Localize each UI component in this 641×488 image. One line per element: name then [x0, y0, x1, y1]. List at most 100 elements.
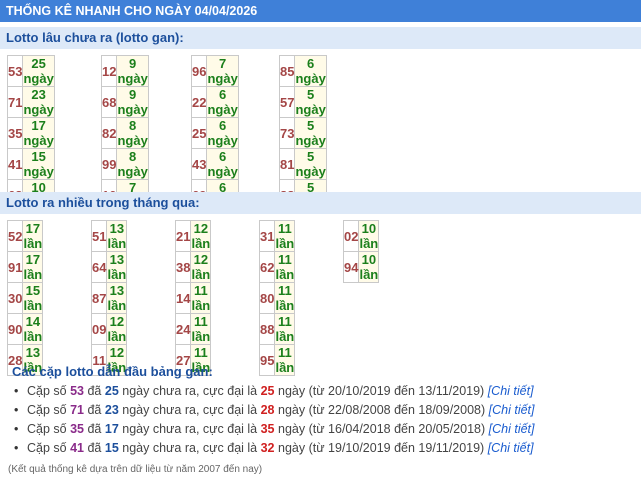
freq-count: 10 lần — [358, 251, 380, 283]
gan-count: 8 ngày — [116, 148, 149, 180]
lotto-number: 82 — [100, 117, 118, 149]
lotto-number: 52 — [6, 220, 24, 252]
freq-count: 13 lần — [106, 282, 128, 314]
stats-page: THỐNG KÊ NHANH CHO NGÀY 04/04/2026 Lotto… — [0, 0, 641, 488]
lotto-number: 35 — [6, 117, 24, 149]
table-row: 64 13 lần — [90, 251, 128, 283]
lotto-number: 87 — [90, 282, 108, 314]
lotto-number: 88 — [258, 313, 276, 345]
section-title-gan: Lotto lâu chưa ra (lotto gan): — [0, 27, 641, 49]
lotto-number: 57 — [278, 86, 296, 118]
detail-link[interactable]: [Chi tiết] — [488, 384, 534, 398]
freq-table: 21 12 lần 38 12 lần 14 11 lần 24 11 lần 27 11 lần — [174, 220, 212, 376]
lotto-number: 43 — [190, 148, 208, 180]
table-row: 53 25 ngày — [6, 55, 55, 87]
summary-list: Cặp số 53 đã 25 ngày chưa ra, cực đại là… — [12, 382, 632, 458]
lotto-number: 64 — [90, 251, 108, 283]
table-row: 51 13 lần — [90, 220, 128, 252]
table-row: 96 7 ngày — [190, 55, 239, 87]
table-row: 62 11 lần — [258, 251, 296, 283]
table-row: 80 11 lần — [258, 282, 296, 314]
table-row: 88 11 lần — [258, 313, 296, 345]
table-row: 99 8 ngày — [100, 148, 149, 180]
gan-count: 15 ngày — [22, 148, 55, 180]
table-row: 91 17 lần — [6, 251, 44, 283]
footnote: (Kết quả thống kê dựa trên dữ liệu từ nă… — [8, 464, 263, 475]
table-row: 82 8 ngày — [100, 117, 149, 149]
lotto-number: 09 — [90, 313, 108, 345]
table-row: 68 9 ngày — [100, 86, 149, 118]
table-row: 22 6 ngày — [190, 86, 239, 118]
lotto-number: 41 — [6, 148, 24, 180]
summary-item: Cặp số 41 đã 15 ngày chưa ra, cực đại là… — [12, 439, 632, 458]
page-title: THỐNG KÊ NHANH CHO NGÀY 04/04/2026 — [0, 0, 641, 22]
table-row: 31 11 lần — [258, 220, 296, 252]
table-row: 52 17 lần — [6, 220, 44, 252]
freq-count: 11 lần — [190, 282, 212, 314]
table-row: 02 10 lần — [342, 220, 380, 252]
gan-count: 23 ngày — [22, 86, 55, 118]
lotto-number: 21 — [174, 220, 192, 252]
freq-count: 11 lần — [274, 251, 296, 283]
lotto-number: 94 — [342, 251, 360, 283]
gan-count: 5 ngày — [294, 117, 327, 149]
gan-count: 6 ngày — [294, 55, 327, 87]
lotto-number: 02 — [342, 220, 360, 252]
gan-count: 25 ngày — [22, 55, 55, 87]
lotto-number: 90 — [6, 313, 24, 345]
table-row: 94 10 lần — [342, 251, 380, 283]
freq-count: 17 lần — [22, 220, 44, 252]
gan-count: 6 ngày — [206, 117, 239, 149]
lotto-number: 51 — [90, 220, 108, 252]
lotto-number: 81 — [278, 148, 296, 180]
gan-count: 9 ngày — [116, 55, 149, 87]
freq-count: 10 lần — [358, 220, 380, 252]
lotto-number: 80 — [258, 282, 276, 314]
freq-count: 11 lần — [274, 313, 296, 345]
lotto-number: 25 — [190, 117, 208, 149]
lotto-number: 96 — [190, 55, 208, 87]
freq-table: 02 10 lần 94 10 lần — [342, 220, 380, 283]
gan-count: 7 ngày — [206, 55, 239, 87]
summary-item: Cặp số 71 đã 23 ngày chưa ra, cực đại là… — [12, 401, 632, 420]
freq-count: 13 lần — [106, 251, 128, 283]
gan-count: 9 ngày — [116, 86, 149, 118]
table-row: 21 12 lần — [174, 220, 212, 252]
table-row: 30 15 lần — [6, 282, 44, 314]
lotto-number: 68 — [100, 86, 118, 118]
gan-count: 17 ngày — [22, 117, 55, 149]
gan-count: 5 ngày — [294, 86, 327, 118]
summary-item: Cặp số 53 đã 25 ngày chưa ra, cực đại là… — [12, 382, 632, 401]
freq-count: 17 lần — [22, 251, 44, 283]
gan-count: 6 ngày — [206, 148, 239, 180]
detail-link[interactable]: [Chi tiết] — [489, 422, 535, 436]
lotto-number: 71 — [6, 86, 24, 118]
table-row: 90 14 lần — [6, 313, 44, 345]
table-row: 73 5 ngày — [278, 117, 327, 149]
table-row: 57 5 ngày — [278, 86, 327, 118]
detail-link[interactable]: [Chi tiết] — [489, 403, 535, 417]
table-row: 14 11 lần — [174, 282, 212, 314]
lotto-number: 14 — [174, 282, 192, 314]
table-row: 87 13 lần — [90, 282, 128, 314]
lotto-number: 91 — [6, 251, 24, 283]
table-row: 71 23 ngày — [6, 86, 55, 118]
table-row: 81 5 ngày — [278, 148, 327, 180]
freq-count: 11 lần — [274, 282, 296, 314]
freq-count: 12 lần — [190, 251, 212, 283]
lotto-number: 53 — [6, 55, 24, 87]
lotto-number: 12 — [100, 55, 118, 87]
lotto-number: 30 — [6, 282, 24, 314]
freq-table: 31 11 lần 62 11 lần 80 11 lần 88 11 lần 95 11 lần — [258, 220, 296, 376]
summary-item: Cặp số 35 đã 17 ngày chưa ra, cực đại là… — [12, 420, 632, 439]
freq-table: 52 17 lần 91 17 lần 30 15 lần 90 14 lần 28 13 lần — [6, 220, 44, 376]
table-row: 85 6 ngày — [278, 55, 327, 87]
table-row: 41 15 ngày — [6, 148, 55, 180]
table-row: 12 9 ngày — [100, 55, 149, 87]
gan-table: 856 ngày575 ngày735 ngày815 ngày885 ngày — [278, 55, 327, 211]
detail-link[interactable]: [Chi tiết] — [488, 441, 534, 455]
gan-table: 967 ngày226 ngày256 ngày436 ngày696 ngày — [190, 55, 239, 211]
freq-count: 12 lần — [106, 313, 128, 345]
table-row: 09 12 lần — [90, 313, 128, 345]
freq-count: 13 lần — [106, 220, 128, 252]
